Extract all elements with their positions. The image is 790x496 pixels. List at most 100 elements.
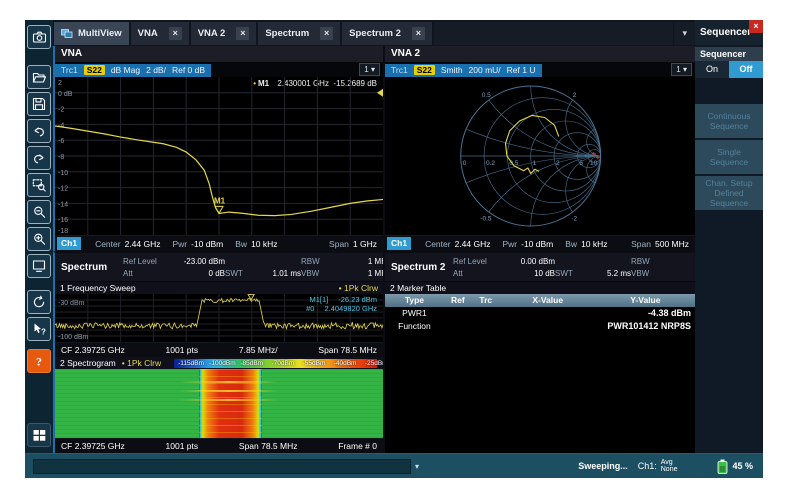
tab-vna-2[interactable]: VNA 2× bbox=[191, 22, 257, 45]
trace-scale: 200 mU/ bbox=[469, 65, 501, 75]
spectrum-title: Spectrum bbox=[55, 262, 123, 273]
display-icon[interactable] bbox=[27, 254, 51, 278]
camera-icon[interactable] bbox=[27, 25, 51, 49]
marker-table-header: TypeRefTrcX-ValueY-Value bbox=[385, 294, 695, 307]
panel-vna: VNA Trc1 S22 dB Mag 2 dB/ Ref 0 dB 1 ▾ •… bbox=[53, 46, 383, 251]
rbw-label: RBW bbox=[631, 256, 661, 267]
status-message-strip[interactable] bbox=[33, 459, 411, 474]
spectrogram-signal-band bbox=[199, 369, 261, 438]
frequency-sweep-title: 1 Frequency Sweep bbox=[60, 283, 136, 293]
zoom-area-icon[interactable] bbox=[27, 173, 51, 197]
save-icon[interactable] bbox=[27, 92, 51, 116]
svg-text:-4: -4 bbox=[58, 122, 64, 129]
tab-vna[interactable]: VNA× bbox=[131, 22, 189, 45]
sequencer-sidebar: Sequencer × Sequencer On Off ContinuousS… bbox=[695, 20, 763, 453]
spectrum2-header[interactable]: Spectrum 2 Ref Level 0.00 dBm RBW 3 MHz … bbox=[385, 253, 695, 282]
softkey-chan-setup-defined-sequence[interactable]: Chan. SetupDefinedSequence bbox=[695, 176, 763, 210]
help-icon[interactable]: ? bbox=[27, 349, 51, 373]
tab-spectrum-2[interactable]: Spectrum 2× bbox=[342, 22, 432, 45]
column-type: Type bbox=[385, 294, 444, 307]
vna2-window-title[interactable]: VNA 2 bbox=[385, 46, 695, 62]
swt-value: 5.2 ms bbox=[585, 268, 631, 279]
swt-label: SWT bbox=[225, 268, 255, 279]
tab-multiview[interactable]: MultiView bbox=[54, 22, 129, 45]
svg-text:-6: -6 bbox=[58, 138, 64, 145]
footer-item: CF 2.39725 GHz bbox=[61, 345, 125, 355]
marker-table-titlebar[interactable]: 2 Marker Table bbox=[385, 282, 695, 294]
battery-icon bbox=[717, 459, 728, 474]
vbw-value: 3 MHz bbox=[661, 268, 695, 279]
context-help-icon[interactable]: ? bbox=[27, 317, 51, 341]
att-value: 0 dB bbox=[167, 268, 225, 279]
sweep-y-top-label: -30 dBm bbox=[58, 300, 84, 307]
sequencer-on-button[interactable]: On bbox=[695, 61, 729, 78]
vna-window-title[interactable]: VNA bbox=[55, 46, 383, 62]
tab-close-icon[interactable]: × bbox=[320, 27, 333, 40]
tab-close-icon[interactable]: × bbox=[169, 27, 182, 40]
spectrogram-titlebar[interactable]: 2 Spectrogram • 1Pk Clrw -115dBm-100dBm-… bbox=[55, 357, 383, 369]
footer-item: 7.85 MHz/ bbox=[239, 345, 278, 355]
vna-plot[interactable]: •M1 2.430001 GHz -15.2689 dB 20 dB-2-4-6… bbox=[55, 77, 383, 235]
tab-close-icon[interactable]: × bbox=[412, 27, 425, 40]
ref-level-value: -23.00 dBm bbox=[167, 256, 225, 267]
vna-trace-settings[interactable]: Trc1 S22 dB Mag 2 dB/ Ref 0 dB bbox=[55, 64, 211, 77]
channel-badge[interactable]: Ch1 bbox=[387, 237, 411, 250]
footer-pwr: Pwr-10 dBm bbox=[502, 239, 553, 249]
svg-text:0.2: 0.2 bbox=[486, 160, 495, 167]
svg-text:-14: -14 bbox=[58, 201, 68, 208]
zoom-in-icon[interactable] bbox=[27, 227, 51, 251]
multiview-icon bbox=[61, 29, 73, 38]
vna2-trace-settings[interactable]: Trc1 S22 Smith 200 mU/ Ref 1 U bbox=[385, 64, 542, 77]
vna2-window-select[interactable]: 1 ▾ bbox=[671, 63, 692, 76]
att-label: Att bbox=[453, 268, 497, 279]
trace-format: Smith bbox=[441, 65, 463, 75]
spectrogram-streak bbox=[180, 381, 278, 383]
footer-span: Span1 GHz bbox=[329, 239, 377, 249]
repeat-icon[interactable] bbox=[27, 290, 51, 314]
svg-text:2: 2 bbox=[556, 160, 560, 167]
trace-name: Trc1 bbox=[391, 65, 408, 75]
marker-table: TypeRefTrcX-ValueY-Value PWR1-4.38 dBmFu… bbox=[385, 294, 695, 333]
status-caret-icon[interactable]: ▾ bbox=[411, 462, 423, 471]
spectrogram-colorbar: -115dBm-100dBm-85dBm-70dBm-55dBm-40dBm-2… bbox=[173, 358, 378, 369]
spectrum-header[interactable]: Spectrum Ref Level -23.00 dBm RBW 1 MHz … bbox=[55, 253, 383, 282]
close-icon[interactable]: × bbox=[749, 20, 763, 33]
panel-spectrum: Spectrum Ref Level -23.00 dBm RBW 1 MHz … bbox=[53, 251, 383, 453]
frequency-sweep-titlebar[interactable]: 1 Frequency Sweep • 1Pk Clrw bbox=[55, 282, 383, 294]
tab-overflow-caret-icon[interactable]: ▾ bbox=[674, 22, 695, 45]
ref-level-label: Ref Level bbox=[123, 256, 167, 267]
att-label: Att bbox=[123, 268, 167, 279]
svg-text:-0.5: -0.5 bbox=[480, 215, 492, 222]
softkey-continuous-sequence[interactable]: ContinuousSequence bbox=[695, 104, 763, 138]
softkey-single-sequence[interactable]: SingleSequence bbox=[695, 140, 763, 174]
svg-text:1: 1 bbox=[533, 160, 537, 167]
spectrum2-empty-area bbox=[385, 333, 695, 453]
sequencer-off-button[interactable]: Off bbox=[729, 61, 763, 78]
windows-icon[interactable] bbox=[27, 423, 51, 447]
tab-spectrum[interactable]: Spectrum× bbox=[258, 22, 340, 45]
zoom-out-icon[interactable] bbox=[27, 200, 51, 224]
spectrogram-streak bbox=[180, 390, 278, 392]
svg-text:2: 2 bbox=[58, 80, 62, 87]
tab-close-icon[interactable]: × bbox=[236, 27, 249, 40]
redo-icon[interactable] bbox=[27, 146, 51, 170]
channel-label: Ch1: bbox=[638, 461, 657, 471]
undo-icon[interactable] bbox=[27, 119, 51, 143]
svg-text:-18: -18 bbox=[58, 228, 68, 235]
sidebar-empty bbox=[695, 212, 763, 453]
frequency-sweep-plot[interactable]: -30 dBm -100 dBm M1[1]-26.23 dBm#02.4049… bbox=[55, 294, 383, 342]
spectrogram-plot[interactable] bbox=[55, 369, 383, 438]
panel-vna2: VNA 2 Trc1 S22 Smith 200 mU/ Ref 1 U 1 ▾… bbox=[383, 46, 695, 251]
footer-item: 1001 pts bbox=[166, 345, 199, 355]
colorbar-label: -70dBm bbox=[271, 359, 294, 368]
rbw-value: 3 MHz bbox=[661, 256, 695, 267]
trace-scale: 2 dB/ bbox=[146, 65, 166, 75]
spectrogram-streak bbox=[180, 399, 278, 401]
open-folder-icon[interactable] bbox=[27, 65, 51, 89]
att-value: 10 dB bbox=[497, 268, 555, 279]
vna-window-select[interactable]: 1 ▾ bbox=[359, 63, 380, 76]
footer-pwr: Pwr-10 dBm bbox=[172, 239, 223, 249]
channel-badge[interactable]: Ch1 bbox=[57, 237, 81, 250]
smith-chart[interactable]: 00.20.5125100.52-0.5-2 bbox=[385, 77, 695, 235]
vbw-label: VBW bbox=[301, 268, 331, 279]
